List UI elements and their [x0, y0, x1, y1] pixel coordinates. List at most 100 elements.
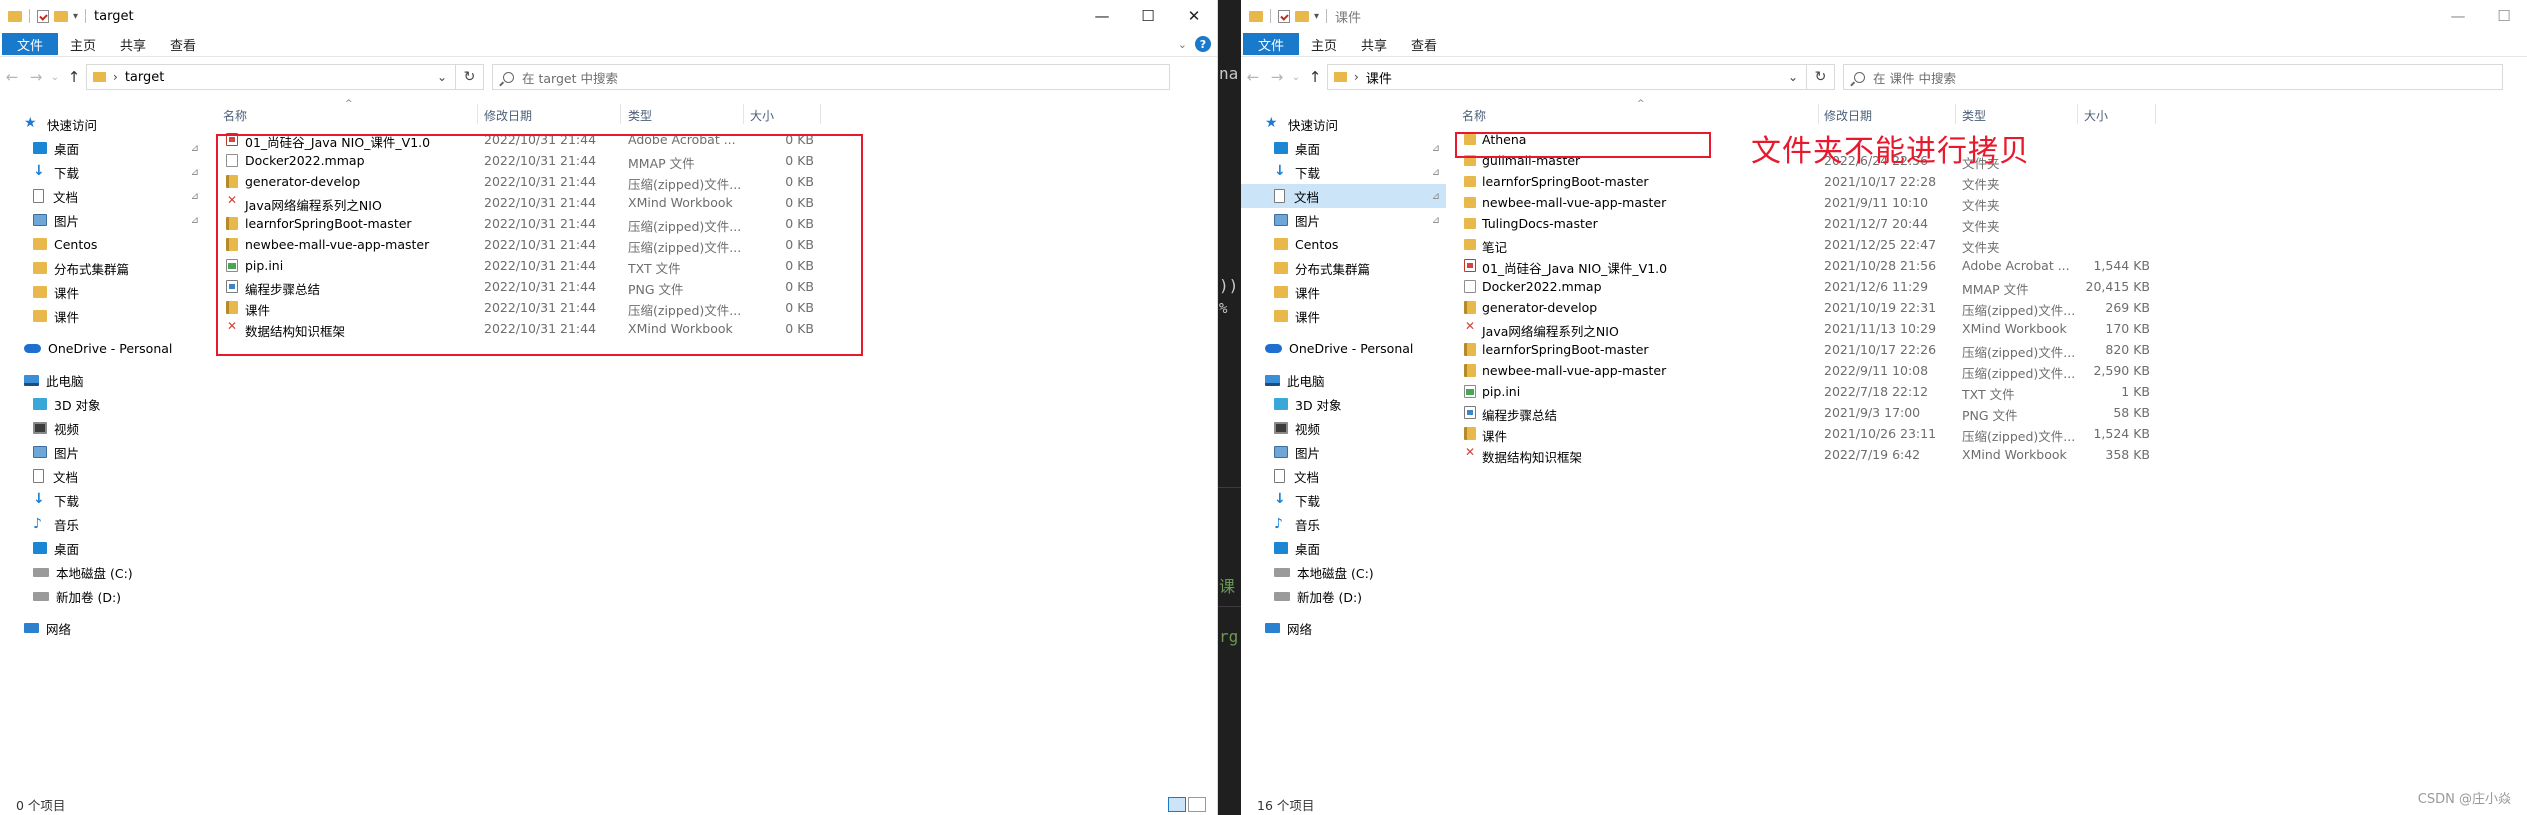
address-input[interactable]: › 课件 ⌄	[1327, 64, 1807, 90]
tab-share[interactable]: 共享	[108, 33, 158, 55]
sidebar-item[interactable]: 桌面 ⊿	[0, 136, 205, 160]
customize-toolbar-icon[interactable]: ▾	[1314, 11, 1319, 22]
sidebar-item[interactable]: 文档	[0, 464, 205, 488]
sidebar-item[interactable]: 课件	[1241, 304, 1446, 328]
sidebar-item[interactable]: 分布式集群篇	[0, 256, 205, 280]
chevron-right-icon[interactable]: ›	[113, 70, 118, 84]
pin-icon[interactable]: ⊿	[1432, 215, 1440, 226]
sidebar-item[interactable]: 视频	[1241, 416, 1446, 440]
minimize-button[interactable]: —	[2435, 0, 2481, 32]
sidebar-item[interactable]: 桌面 ⊿	[1241, 136, 1446, 160]
properties-icon[interactable]	[1278, 9, 1290, 23]
sidebar-item[interactable]: ↓ 下载	[0, 488, 205, 512]
column-divider[interactable]	[1955, 104, 1956, 124]
pin-icon[interactable]: ⊿	[191, 143, 199, 154]
up-button[interactable]: ↑	[1303, 68, 1327, 86]
sidebar-item[interactable]: ↓ 下载 ⊿	[0, 160, 205, 184]
pin-icon[interactable]: ⊿	[191, 215, 199, 226]
refresh-button[interactable]: ↻	[1807, 64, 1835, 90]
details-view-icon[interactable]	[1168, 797, 1186, 812]
file-row[interactable]: TulingDocs-master 2021/12/7 20:44 文件夹	[1459, 213, 2219, 234]
new-folder-icon[interactable]	[54, 10, 68, 22]
sidebar-item[interactable]: 课件	[1241, 280, 1446, 304]
sidebar-item[interactable]: 图片	[1241, 440, 1446, 464]
column-divider[interactable]	[477, 104, 478, 124]
sidebar-item[interactable]: 3D 对象	[1241, 392, 1446, 416]
sidebar-item[interactable]: 图片 ⊿	[0, 208, 205, 232]
tab-file[interactable]: 文件	[1243, 33, 1300, 55]
column-divider[interactable]	[620, 104, 621, 124]
forward-button[interactable]: →	[1265, 68, 1289, 86]
column-size[interactable]: 大小	[750, 107, 774, 124]
file-row[interactable]: newbee-mall-vue-app-master 2021/9/11 10:1…	[1459, 192, 2219, 213]
file-row[interactable]: pip.ini 2022/7/18 22:12 TXT 文件 1 KB	[1459, 381, 2219, 402]
sidebar-item[interactable]: 新加卷 (D:)	[0, 584, 205, 608]
back-button[interactable]: ←	[1241, 68, 1265, 86]
file-row[interactable]: 笔记 2021/12/25 22:47 文件夹	[1459, 234, 2219, 255]
file-row[interactable]: 01_尚硅谷_Java NIO_课件_V1.0 2021/10/28 21:56 A…	[1459, 255, 2219, 276]
column-type[interactable]: 类型	[628, 107, 652, 124]
column-type[interactable]: 类型	[1962, 107, 1986, 124]
file-row[interactable]: 数据结构知识框架 2022/7/19 6:42 XMind Workbook 358 …	[1459, 444, 2219, 465]
sidebar-item[interactable]: ★ 快速访问	[0, 112, 205, 136]
sidebar-item[interactable]: 3D 对象	[0, 392, 205, 416]
sidebar-item[interactable]: 课件	[0, 304, 205, 328]
minimize-button[interactable]: —	[1079, 0, 1125, 32]
pin-icon[interactable]: ⊿	[191, 191, 199, 202]
file-row[interactable]: Docker2022.mmap 2021/12/6 11:29 MMAP 文件 20,…	[1459, 276, 2219, 297]
back-button[interactable]: ←	[0, 68, 24, 86]
file-row[interactable]: newbee-mall-vue-app-master 2022/9/11 10:0…	[1459, 360, 2219, 381]
refresh-button[interactable]: ↻	[456, 64, 484, 90]
chevron-down-icon[interactable]: ⌄	[437, 70, 447, 84]
tab-file[interactable]: 文件	[2, 33, 59, 55]
sidebar-item[interactable]: ♪ 音乐	[1241, 512, 1446, 536]
sidebar-item[interactable]: 文档	[1241, 464, 1446, 488]
tab-view[interactable]: 查看	[1399, 33, 1449, 55]
sidebar-item[interactable]: 新加卷 (D:)	[1241, 584, 1446, 608]
sidebar-item[interactable]: OneDrive - Personal	[1241, 336, 1446, 360]
sidebar-item[interactable]: 网络	[1241, 616, 1446, 640]
column-divider[interactable]	[743, 104, 744, 124]
column-divider[interactable]	[2077, 104, 2078, 124]
sidebar-item[interactable]: 视频	[0, 416, 205, 440]
file-row[interactable]: learnforSpringBoot-master 2021/10/17 22:2…	[1459, 339, 2219, 360]
column-divider[interactable]	[2155, 104, 2156, 124]
sidebar-item[interactable]: ★ 快速访问	[1241, 112, 1446, 136]
sidebar-item[interactable]: 此电脑	[0, 368, 205, 392]
sidebar-item[interactable]: 分布式集群篇	[1241, 256, 1446, 280]
file-row[interactable]: generator-develop 2021/10/19 22:31 压缩(zipp…	[1459, 297, 2219, 318]
sidebar-item[interactable]: 网络	[0, 616, 205, 640]
tab-home[interactable]: 主页	[58, 33, 108, 55]
sidebar-item[interactable]: 桌面	[1241, 536, 1446, 560]
sidebar-item[interactable]: 此电脑	[1241, 368, 1446, 392]
maximize-button[interactable]: ☐	[1125, 0, 1171, 32]
up-button[interactable]: ↑	[62, 68, 86, 86]
sidebar-item[interactable]: OneDrive - Personal	[0, 336, 205, 360]
sidebar-item[interactable]: 本地磁盘 (C:)	[1241, 560, 1446, 584]
pin-icon[interactable]: ⊿	[191, 167, 199, 178]
large-icons-view-icon[interactable]	[1188, 797, 1206, 812]
recent-locations-button[interactable]: ⌄	[48, 72, 62, 83]
search-input[interactable]: 在 课件 中搜索	[1843, 64, 2503, 90]
chevron-down-icon[interactable]: ⌄	[1788, 70, 1798, 84]
sidebar-item[interactable]: 图片 ⊿	[1241, 208, 1446, 232]
search-input[interactable]: 在 target 中搜索	[492, 64, 1170, 90]
maximize-button[interactable]: ☐	[2481, 0, 2527, 32]
column-divider[interactable]	[820, 104, 821, 124]
recent-locations-button[interactable]: ⌄	[1289, 72, 1303, 83]
sidebar-item[interactable]: 文档 ⊿	[0, 184, 205, 208]
column-date[interactable]: 修改日期	[1824, 107, 1872, 124]
sidebar-item[interactable]: 本地磁盘 (C:)	[0, 560, 205, 584]
tab-view[interactable]: 查看	[158, 33, 208, 55]
file-row[interactable]: 课件 2021/10/26 23:11 压缩(zipped)文件... 1,524 K…	[1459, 423, 2219, 444]
column-size[interactable]: 大小	[2084, 107, 2108, 124]
sidebar-item[interactable]: ↓ 下载	[1241, 488, 1446, 512]
sidebar-item[interactable]: Centos	[0, 232, 205, 256]
pin-icon[interactable]: ⊿	[1432, 143, 1440, 154]
sidebar-item[interactable]: 图片	[0, 440, 205, 464]
column-divider[interactable]	[1818, 104, 1819, 124]
sidebar-item[interactable]: 文档 ⊿	[1241, 184, 1446, 208]
sidebar-item[interactable]: Centos	[1241, 232, 1446, 256]
close-button[interactable]: ✕	[1171, 0, 1217, 32]
sidebar-item[interactable]: ♪ 音乐	[0, 512, 205, 536]
